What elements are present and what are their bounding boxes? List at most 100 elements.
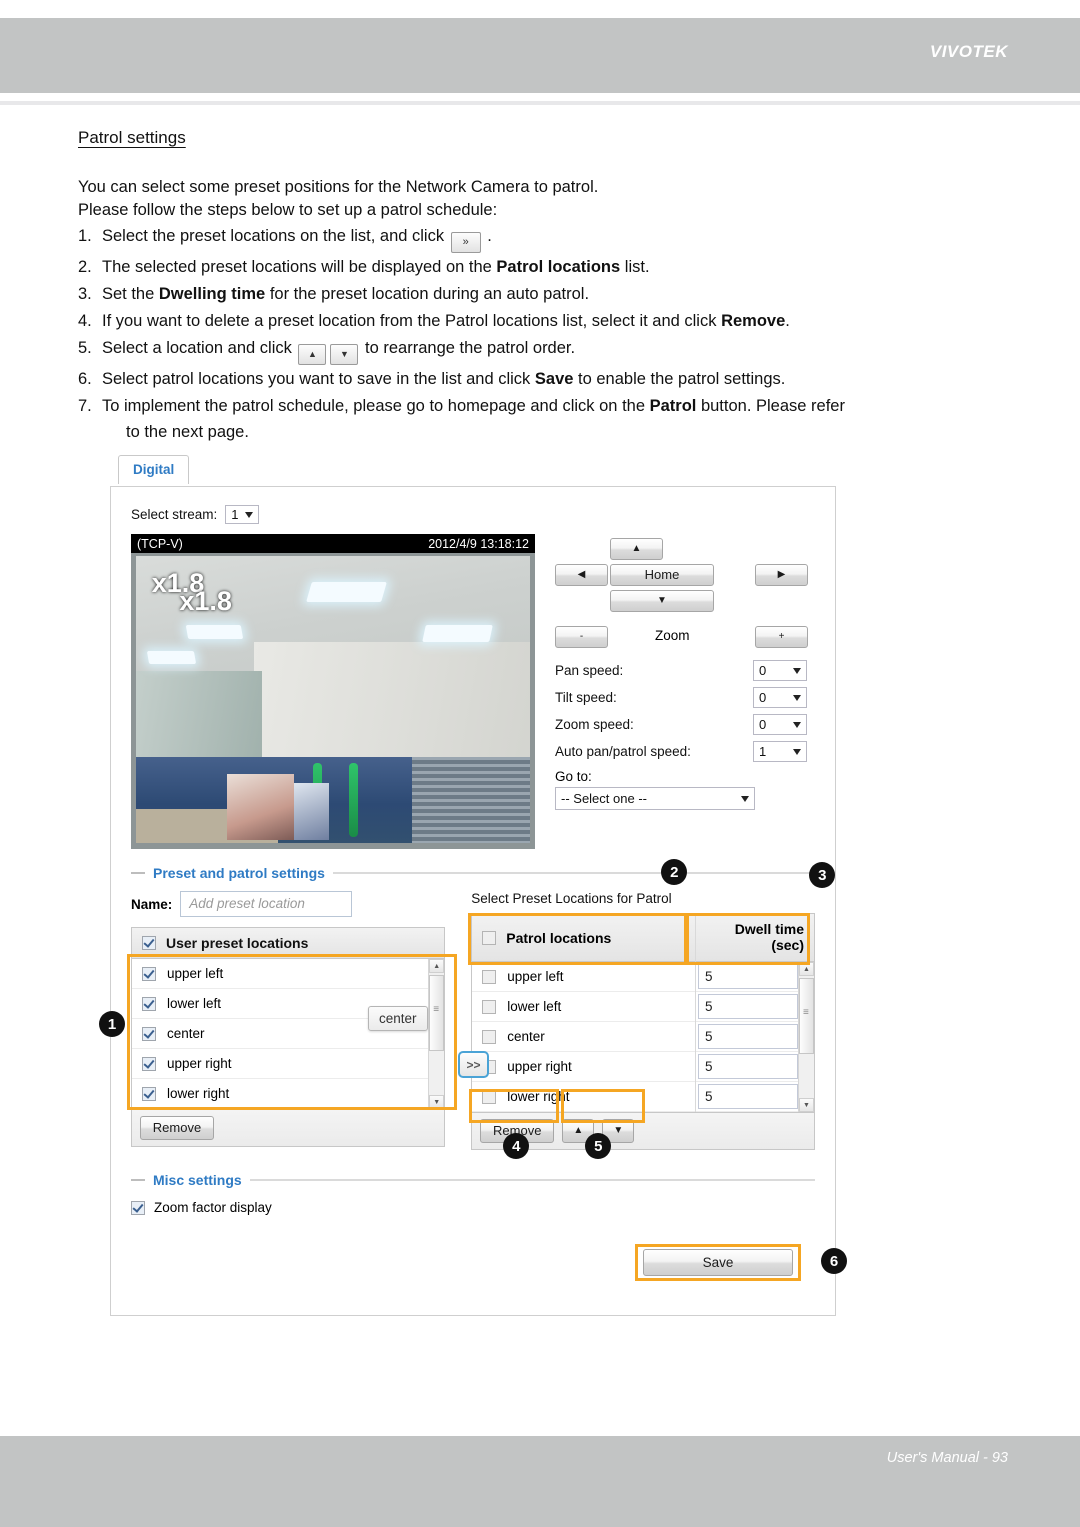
document-content: Patrol settings You can select some pres… bbox=[78, 128, 1018, 445]
scroll-down-icon[interactable]: ▼ bbox=[799, 1098, 814, 1112]
zoom-factor-display-row[interactable]: Zoom factor display bbox=[131, 1200, 815, 1215]
step-continuation: to the next page. bbox=[126, 423, 249, 441]
zoom-out-button[interactable]: - bbox=[555, 626, 608, 648]
table-cell-name: upper left bbox=[507, 969, 564, 984]
select-stream-dropdown[interactable]: 1 bbox=[225, 505, 260, 524]
list-item[interactable]: lower right bbox=[132, 1079, 445, 1109]
video-player[interactable]: (TCP-V) 2012/4/9 13:18:12 x1.8 x1.8 bbox=[131, 534, 535, 849]
select-all-user-presets-checkbox[interactable] bbox=[142, 936, 156, 950]
step-number: 2. bbox=[78, 258, 92, 276]
scroll-up-icon[interactable]: ▲ bbox=[429, 959, 445, 973]
user-preset-footer: Remove bbox=[132, 1109, 445, 1146]
brand-logo: VIVOTEK bbox=[929, 42, 1008, 61]
patrol-scrollbar[interactable]: ▲ ▼ bbox=[798, 962, 814, 1112]
pan-left-button[interactable]: ◀ bbox=[555, 564, 608, 586]
step-5: 5. Select a location and click ▲ ▼ to rear… bbox=[78, 335, 1018, 365]
dwell-time-input[interactable]: 5 bbox=[698, 1084, 798, 1109]
zoom-speed-dropdown[interactable]: 0 bbox=[753, 714, 807, 735]
ceiling-lamp-icon bbox=[421, 624, 493, 643]
step-6: 6. Select patrol locations you want to sa… bbox=[78, 366, 1018, 392]
zoom-factor-overlay-2: x1.8 bbox=[179, 585, 232, 616]
pan-right-button[interactable]: ▶ bbox=[755, 564, 808, 586]
row-checkbox[interactable] bbox=[142, 1026, 156, 1041]
select-stream-label: Select stream: bbox=[131, 507, 218, 522]
step-number: 5. bbox=[78, 339, 92, 357]
intro-line-1: You can select some preset positions for… bbox=[78, 178, 599, 196]
table-row[interactable]: center bbox=[472, 1022, 695, 1052]
row-checkbox[interactable] bbox=[482, 1029, 497, 1044]
zoom-in-button[interactable]: + bbox=[755, 626, 808, 648]
zoom-factor-display-label: Zoom factor display bbox=[154, 1200, 272, 1215]
scrollbar-thumb[interactable] bbox=[429, 975, 445, 1051]
preset-name-input[interactable]: Add preset location bbox=[180, 891, 353, 917]
page-footer-band: User's Manual - 93 bbox=[0, 1436, 1080, 1527]
table-row[interactable]: lower right bbox=[472, 1082, 695, 1112]
badge-4: 4 bbox=[503, 1133, 530, 1159]
scene-umbrella bbox=[348, 762, 358, 838]
scroll-down-icon[interactable]: ▼ bbox=[429, 1095, 445, 1109]
user-preset-list-header: User preset locations bbox=[132, 928, 445, 959]
zoom-factor-display-checkbox[interactable] bbox=[131, 1200, 145, 1215]
tilt-speed-value: 0 bbox=[759, 690, 767, 705]
save-button[interactable]: Save bbox=[643, 1249, 793, 1276]
auto-pan-speed-row: Auto pan/patrol speed: 1 bbox=[555, 741, 807, 762]
scene-blinds bbox=[411, 756, 530, 843]
list-item-label: lower left bbox=[167, 996, 222, 1011]
chevron-down-icon bbox=[741, 795, 749, 802]
pan-speed-dropdown[interactable]: 0 bbox=[753, 660, 807, 681]
scroll-up-icon[interactable]: ▲ bbox=[799, 962, 814, 976]
table-row[interactable]: upper left bbox=[472, 962, 695, 992]
tab-digital[interactable]: Digital bbox=[118, 455, 190, 484]
zoom-label: Zoom bbox=[655, 628, 690, 643]
pan-up-button[interactable]: ▲ bbox=[610, 538, 663, 560]
tilt-speed-dropdown[interactable]: 0 bbox=[753, 687, 807, 708]
chevron-down-icon bbox=[245, 511, 254, 518]
transfer-to-patrol-button[interactable]: >> bbox=[458, 1051, 489, 1078]
video-frame[interactable]: x1.8 x1.8 bbox=[136, 556, 530, 843]
row-checkbox[interactable] bbox=[482, 1089, 497, 1104]
patrol-table: Patrol locations upper left lower left c… bbox=[471, 913, 815, 1113]
home-button[interactable]: Home bbox=[610, 564, 714, 586]
row-checkbox[interactable] bbox=[482, 999, 497, 1014]
row-checkbox[interactable] bbox=[142, 966, 156, 981]
table-row[interactable]: upper right bbox=[472, 1052, 695, 1082]
scene-poster bbox=[293, 782, 330, 841]
preset-patrol-section: Preset and patrol settings Name: Add pre… bbox=[99, 859, 836, 1159]
pan-down-button[interactable]: ▼ bbox=[610, 590, 714, 612]
select-stream-value: 1 bbox=[231, 507, 239, 522]
remove-preset-button[interactable]: Remove bbox=[140, 1116, 214, 1140]
badge-2: 2 bbox=[661, 859, 688, 885]
list-item[interactable]: upper left bbox=[132, 959, 445, 989]
steps-list: 1. Select the preset locations on the lis… bbox=[78, 223, 1018, 445]
auto-pan-speed-dropdown[interactable]: 1 bbox=[753, 741, 807, 762]
dwell-time-input[interactable]: 5 bbox=[698, 964, 798, 989]
badge-6: 6 bbox=[821, 1248, 847, 1274]
goto-value: -- Select one -- bbox=[561, 791, 647, 806]
row-checkbox[interactable] bbox=[142, 1056, 156, 1071]
step-number: 3. bbox=[78, 285, 92, 303]
select-all-patrol-checkbox[interactable] bbox=[482, 930, 497, 945]
dwell-time-input[interactable]: 5 bbox=[698, 1054, 798, 1079]
preset-patrol-header: Preset and patrol settings bbox=[131, 865, 815, 881]
preset-patrol-title: Preset and patrol settings bbox=[153, 865, 325, 881]
step-text: Select patrol locations you want to save… bbox=[102, 370, 535, 388]
misc-section: Misc settings Zoom factor display bbox=[131, 1172, 815, 1215]
zoom-speed-label: Zoom speed: bbox=[555, 717, 634, 732]
row-checkbox[interactable] bbox=[482, 969, 497, 984]
user-preset-listbox: User preset locations upper left lower l… bbox=[131, 927, 446, 1147]
dwell-time-input[interactable]: 5 bbox=[698, 1024, 798, 1049]
scrollbar-thumb[interactable] bbox=[799, 978, 814, 1054]
dwell-time-input[interactable]: 5 bbox=[698, 994, 798, 1019]
section-rule bbox=[332, 872, 815, 874]
table-row[interactable]: lower left bbox=[472, 992, 695, 1022]
user-preset-scrollbar[interactable]: ▲ ▼ bbox=[428, 959, 445, 1109]
row-checkbox[interactable] bbox=[142, 996, 156, 1011]
badge-3: 3 bbox=[809, 862, 836, 888]
goto-dropdown[interactable]: -- Select one -- bbox=[555, 787, 755, 810]
step-text-tail: list. bbox=[620, 258, 650, 276]
badge-1: 1 bbox=[99, 1011, 125, 1037]
dwell-row: 5 bbox=[696, 992, 814, 1022]
step-3: 3. Set the Dwelling time for the preset l… bbox=[78, 281, 1018, 307]
list-item[interactable]: upper right bbox=[132, 1049, 445, 1079]
row-checkbox[interactable] bbox=[142, 1086, 156, 1101]
